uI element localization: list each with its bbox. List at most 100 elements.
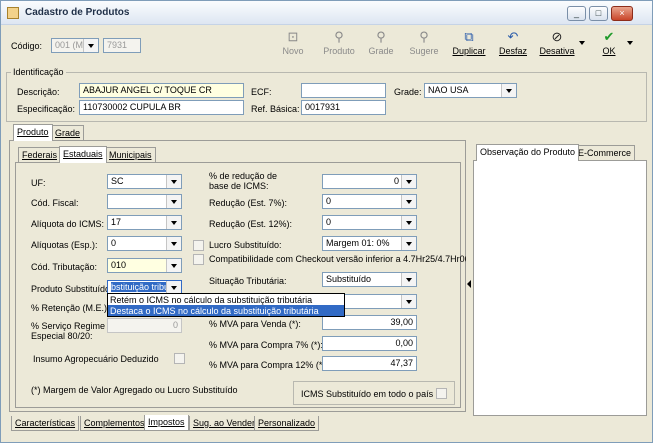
minimize-button[interactable]: _ [567,6,586,21]
grade-label: Grade: [394,87,422,97]
situacao-label: Situação Tributária: [209,276,287,286]
tab-caracteristicas[interactable]: Características [11,416,80,431]
especificacao-field[interactable]: 110730002 CUPULA BR [79,100,244,115]
footnote: (*) Margem de Valor Agregado ou Lucro Su… [31,385,238,395]
ok-icon: ✔ [603,29,615,44]
insumo-label: Insumo Agropecuário Deduzido [33,354,159,364]
collapse-arrow-icon[interactable] [467,280,471,288]
duplicar-button[interactable]: ⧉ Duplicar [449,27,489,63]
codigo-label: Código: [11,41,43,51]
mva-compra12-field[interactable]: 47,37 [322,356,417,371]
ok-label: OK [602,46,616,56]
close-button[interactable]: × [611,6,633,21]
icms-todo-pais-label: ICMS Substituído em todo o país [301,389,434,399]
panel-splitter[interactable] [466,140,472,416]
reducao-base-select[interactable]: 0 [322,174,417,189]
tab-federais[interactable]: Federais [18,147,62,162]
chevron-down-icon[interactable] [83,39,98,52]
lucro-substituido-label: Lucro Substituído: [209,240,282,250]
desfaz-label: Desfaz [498,46,527,56]
mva-compra7-field[interactable]: 0,00 [322,336,417,351]
descricao-label: Descrição: [17,87,60,97]
tab-ecommerce[interactable]: E-Commerce [574,145,636,160]
lucro-substituido-checkbox[interactable] [193,240,204,251]
reducao7-select[interactable]: 0 [322,194,417,209]
chevron-down-icon[interactable] [501,84,516,97]
tab-sug-ao-vender[interactable]: Sug. ao Vender [189,416,260,431]
tab-observacao[interactable]: Observação do Produto [476,144,580,161]
ecf-label: ECF: [251,87,272,97]
chevron-down-icon[interactable] [401,175,416,188]
tab-impostos[interactable]: Impostos [144,415,189,431]
duplicar-icon: ⧉ [464,29,474,44]
insumo-checkbox[interactable] [174,353,185,364]
desfaz-button[interactable]: ↶ Desfaz [493,27,533,63]
ecf-field[interactable] [301,83,386,98]
desativa-dropdown-arrow-icon[interactable] [579,41,585,45]
ok-dropdown-arrow-icon[interactable] [627,41,633,45]
mva-compra12-label: % MVA para Compra 12% (*): [209,360,328,370]
desativa-icon: ⊘ [551,29,563,44]
dropdown-option-retem[interactable]: Retém o ICMS no cálculo da substituição … [108,294,344,305]
reducao7-label: Redução (Est. 7%): [209,198,288,208]
chevron-down-icon[interactable] [166,237,181,250]
cod-fiscal-label: Cód. Fiscal: [31,198,79,208]
grade-label: Grade [368,46,394,56]
servico-regime-field[interactable]: 0 [107,318,182,333]
dropdown-option-destaca[interactable]: Destaca o ICMS no cálculo da substituiçã… [108,305,344,316]
mva-venda-label: % MVA para Venda (*): [209,319,301,329]
lucro-substituido-select[interactable]: Margem 01: 0% [322,236,417,251]
novo-label: Novo [282,46,304,56]
cod-tributacao-select[interactable]: 010 [107,258,182,273]
novo-button[interactable]: ⊡ Novo [273,27,313,63]
tab-estaduais[interactable]: Estaduais [59,146,107,163]
descricao-field[interactable]: ABAJUR ANGEL C/ TOQUE CR [79,83,244,98]
sugere-button[interactable]: ⚲ Sugere [404,27,444,63]
mva-venda-field[interactable]: 39,00 [322,315,417,330]
identificacao-title: Identificação [11,67,66,77]
situacao-select[interactable]: Substituído [322,272,417,287]
chevron-down-icon[interactable] [401,273,416,286]
tab-produto[interactable]: Produto [13,124,53,141]
reducao-base-label: % de redução de [209,171,278,181]
chevron-down-icon[interactable] [166,216,181,229]
chevron-down-icon[interactable] [401,295,416,308]
codigo-combo[interactable]: 001 (M [51,38,99,53]
cod-fiscal-select[interactable] [107,194,182,209]
sugere-label: Sugere [409,46,439,56]
tab-grade[interactable]: Grade [51,125,85,140]
reducao12-select[interactable]: 0 [322,215,417,230]
chevron-down-icon[interactable] [401,195,416,208]
aliquotas-esp-select[interactable]: 0 [107,236,182,251]
desativa-button[interactable]: ⊘ Desativa [537,27,577,63]
chevron-down-icon[interactable] [166,195,181,208]
chevron-down-icon[interactable] [166,175,181,188]
title-bar: Cadastro de Produtos _ □ × [1,1,652,25]
codigo-field[interactable]: 7931 [103,38,141,53]
especificacao-label: Especificação: [17,104,76,114]
chevron-down-icon[interactable] [401,237,416,250]
chevron-down-icon[interactable] [401,216,416,229]
maximize-button[interactable]: □ [589,6,608,21]
produto-substituido-label: Produto Substituído: [31,284,113,294]
aliquota-icms-select[interactable]: 17 [107,215,182,230]
uf-select[interactable]: SC [107,174,182,189]
chevron-down-icon[interactable] [166,259,181,272]
grade-button[interactable]: ⚲ Grade [361,27,401,63]
compat-checkbox[interactable] [193,254,204,265]
grade-select[interactable]: NAO USA [424,83,517,98]
tab-personalizado[interactable]: Personalizado [254,416,320,431]
observacao-text-area[interactable] [473,160,647,416]
duplicar-label: Duplicar [452,46,486,56]
window: Cadastro de Produtos _ □ × Código: 001 (… [0,0,653,443]
produto-icon: ⚲ [334,29,344,44]
produto-substituido-dropdown: Retém o ICMS no cálculo da substituição … [107,293,345,317]
icms-todo-pais-checkbox[interactable] [436,388,447,399]
ref-basica-field[interactable]: 0017931 [301,100,386,115]
tab-municipais[interactable]: Municipais [105,147,156,162]
ok-button[interactable]: ✔ OK [589,27,629,63]
reducao-base-label-2: base de ICMS: [209,181,269,191]
tab-complementos[interactable]: Complementos [80,416,149,431]
servico-regime-label-2: Especial 80/20: [31,331,93,341]
produto-button[interactable]: ⚲ Produto [319,27,359,63]
